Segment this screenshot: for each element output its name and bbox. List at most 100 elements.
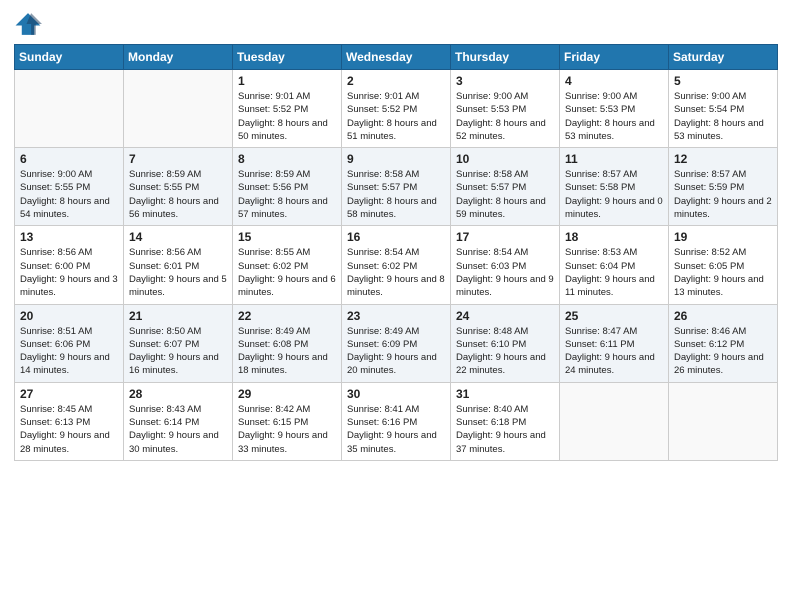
day-cell — [669, 382, 778, 460]
day-cell: 18Sunrise: 8:53 AMSunset: 6:04 PMDayligh… — [560, 226, 669, 304]
day-cell: 25Sunrise: 8:47 AMSunset: 6:11 PMDayligh… — [560, 304, 669, 382]
day-info: Daylight: 9 hours and 6 minutes. — [238, 273, 336, 300]
day-info: Sunrise: 9:00 AM — [20, 168, 118, 181]
day-info: Sunrise: 8:46 AM — [674, 325, 772, 338]
col-header-saturday: Saturday — [669, 45, 778, 70]
page: SundayMondayTuesdayWednesdayThursdayFrid… — [0, 0, 792, 612]
day-info: Daylight: 8 hours and 58 minutes. — [347, 195, 445, 222]
day-info: Sunrise: 8:42 AM — [238, 403, 336, 416]
day-number: 8 — [238, 152, 336, 166]
day-info: Daylight: 9 hours and 2 minutes. — [674, 195, 772, 222]
day-info: Daylight: 8 hours and 57 minutes. — [238, 195, 336, 222]
day-info: Daylight: 8 hours and 52 minutes. — [456, 117, 554, 144]
calendar-table: SundayMondayTuesdayWednesdayThursdayFrid… — [14, 44, 778, 461]
day-info: Sunrise: 8:59 AM — [129, 168, 227, 181]
day-cell: 16Sunrise: 8:54 AMSunset: 6:02 PMDayligh… — [342, 226, 451, 304]
day-info: Sunrise: 8:45 AM — [20, 403, 118, 416]
col-header-tuesday: Tuesday — [233, 45, 342, 70]
day-info: Daylight: 8 hours and 56 minutes. — [129, 195, 227, 222]
day-info: Sunset: 5:55 PM — [20, 181, 118, 194]
day-info: Sunset: 6:04 PM — [565, 260, 663, 273]
week-row-1: 1Sunrise: 9:01 AMSunset: 5:52 PMDaylight… — [15, 70, 778, 148]
day-cell: 13Sunrise: 8:56 AMSunset: 6:00 PMDayligh… — [15, 226, 124, 304]
day-cell — [15, 70, 124, 148]
day-info: Sunrise: 9:00 AM — [456, 90, 554, 103]
day-number: 24 — [456, 309, 554, 323]
day-number: 30 — [347, 387, 445, 401]
day-info: Sunset: 6:02 PM — [347, 260, 445, 273]
day-number: 2 — [347, 74, 445, 88]
day-info: Sunrise: 8:48 AM — [456, 325, 554, 338]
day-info: Daylight: 9 hours and 14 minutes. — [20, 351, 118, 378]
day-info: Daylight: 9 hours and 37 minutes. — [456, 429, 554, 456]
day-number: 10 — [456, 152, 554, 166]
day-cell: 27 Sunrise: 8:45 AMSunset: 6:13 PMDayligh… — [15, 382, 124, 460]
day-info: Sunrise: 9:01 AM — [238, 90, 336, 103]
day-number: 17 — [456, 230, 554, 244]
day-info: Sunset: 5:53 PM — [565, 103, 663, 116]
day-info: Daylight: 9 hours and 9 minutes. — [456, 273, 554, 300]
day-info: Sunset: 5:57 PM — [456, 181, 554, 194]
day-info: Sunset: 5:52 PM — [238, 103, 336, 116]
day-info: Daylight: 8 hours and 53 minutes. — [674, 117, 772, 144]
day-info: Sunset: 6:08 PM — [238, 338, 336, 351]
day-cell: 28Sunrise: 8:43 AMSunset: 6:14 PMDayligh… — [124, 382, 233, 460]
day-info: Sunrise: 8:56 AM — [129, 246, 227, 259]
day-cell: 31Sunrise: 8:40 AMSunset: 6:18 PMDayligh… — [451, 382, 560, 460]
day-cell: 15Sunrise: 8:55 AMSunset: 6:02 PMDayligh… — [233, 226, 342, 304]
day-cell: 21Sunrise: 8:50 AMSunset: 6:07 PMDayligh… — [124, 304, 233, 382]
day-cell: 22Sunrise: 8:49 AMSunset: 6:08 PMDayligh… — [233, 304, 342, 382]
day-info: Daylight: 8 hours and 51 minutes. — [347, 117, 445, 144]
day-cell: 26Sunrise: 8:46 AMSunset: 6:12 PMDayligh… — [669, 304, 778, 382]
day-info: Sunrise: 8:59 AM — [238, 168, 336, 181]
day-info: Sunset: 5:53 PM — [456, 103, 554, 116]
day-info: Sunset: 6:03 PM — [456, 260, 554, 273]
day-info: Daylight: 9 hours and 26 minutes. — [674, 351, 772, 378]
day-info: Sunrise: 8:57 AM — [565, 168, 663, 181]
day-cell: 10Sunrise: 8:58 AMSunset: 5:57 PMDayligh… — [451, 148, 560, 226]
header-row: SundayMondayTuesdayWednesdayThursdayFrid… — [15, 45, 778, 70]
col-header-friday: Friday — [560, 45, 669, 70]
day-info: Sunset: 6:15 PM — [238, 416, 336, 429]
day-info: Sunset: 6:16 PM — [347, 416, 445, 429]
day-number: 18 — [565, 230, 663, 244]
day-cell: 24Sunrise: 8:48 AMSunset: 6:10 PMDayligh… — [451, 304, 560, 382]
logo-icon — [14, 10, 42, 38]
day-info: Sunset: 6:02 PM — [238, 260, 336, 273]
col-header-wednesday: Wednesday — [342, 45, 451, 70]
col-header-monday: Monday — [124, 45, 233, 70]
day-info: Daylight: 9 hours and 28 minutes. — [20, 429, 118, 456]
day-info: Daylight: 9 hours and 0 minutes. — [565, 195, 663, 222]
day-info: Sunrise: 8:53 AM — [565, 246, 663, 259]
day-info: Daylight: 8 hours and 54 minutes. — [20, 195, 118, 222]
day-cell: 7Sunrise: 8:59 AMSunset: 5:55 PMDaylight… — [124, 148, 233, 226]
day-number: 28 — [129, 387, 227, 401]
day-info: Sunrise: 8:43 AM — [129, 403, 227, 416]
day-info: Sunset: 6:09 PM — [347, 338, 445, 351]
day-info: Sunset: 5:55 PM — [129, 181, 227, 194]
day-cell: 2Sunrise: 9:01 AMSunset: 5:52 PMDaylight… — [342, 70, 451, 148]
day-info: Daylight: 9 hours and 33 minutes. — [238, 429, 336, 456]
day-cell: 12Sunrise: 8:57 AMSunset: 5:59 PMDayligh… — [669, 148, 778, 226]
day-number: 21 — [129, 309, 227, 323]
day-info: Sunrise: 8:54 AM — [456, 246, 554, 259]
day-number: 4 — [565, 74, 663, 88]
day-number: 15 — [238, 230, 336, 244]
day-number: 27 — [20, 387, 118, 401]
day-info: Daylight: 9 hours and 30 minutes. — [129, 429, 227, 456]
day-number: 13 — [20, 230, 118, 244]
header — [14, 10, 778, 38]
day-info: Sunset: 6:11 PM — [565, 338, 663, 351]
day-number: 25 — [565, 309, 663, 323]
day-info: Sunset: 5:58 PM — [565, 181, 663, 194]
day-info: Daylight: 9 hours and 8 minutes. — [347, 273, 445, 300]
day-info: Sunrise: 9:00 AM — [565, 90, 663, 103]
day-number: 16 — [347, 230, 445, 244]
day-info: Sunset: 6:13 PM — [20, 416, 118, 429]
day-cell: 4Sunrise: 9:00 AMSunset: 5:53 PMDaylight… — [560, 70, 669, 148]
day-info: Sunrise: 8:50 AM — [129, 325, 227, 338]
day-info: Daylight: 9 hours and 18 minutes. — [238, 351, 336, 378]
day-number: 20 — [20, 309, 118, 323]
day-cell — [560, 382, 669, 460]
day-info: Daylight: 8 hours and 50 minutes. — [238, 117, 336, 144]
